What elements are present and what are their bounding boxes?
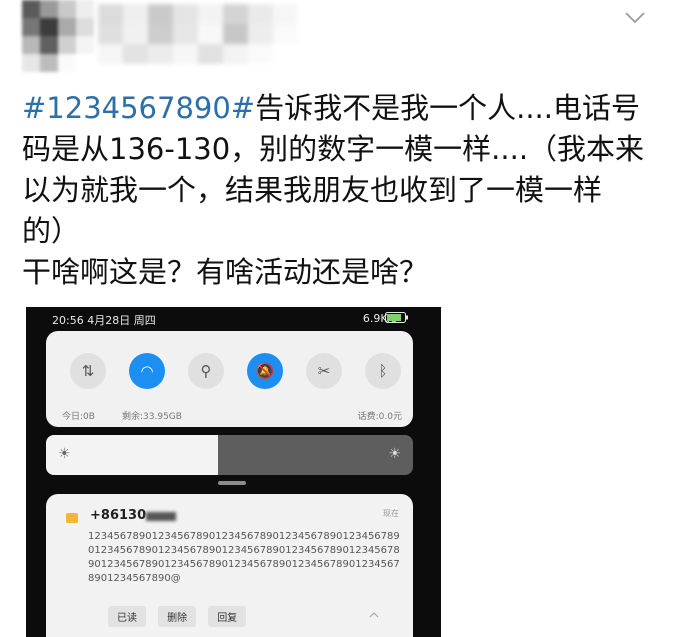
avatar-mosaic-block bbox=[58, 36, 76, 54]
name-mosaic-block bbox=[248, 24, 273, 44]
sender-number: +86130 bbox=[90, 508, 147, 523]
name-mosaic-block bbox=[223, 44, 248, 64]
battery-icon bbox=[385, 312, 411, 326]
name-mosaic-block bbox=[223, 24, 248, 44]
weibo-post: #1234567890#告诉我不是我一个人....电话号 码是从136-130，… bbox=[0, 0, 676, 637]
avatar-mosaic-block bbox=[40, 18, 58, 36]
sms-notification[interactable]: +86130 现在 123456789012345678901234567890… bbox=[46, 494, 413, 637]
name-mosaic-block bbox=[98, 4, 123, 24]
name-mosaic-block bbox=[198, 4, 223, 24]
wifi-icon[interactable]: ◠ bbox=[129, 353, 165, 389]
avatar-mosaic-block bbox=[22, 0, 40, 18]
data-transfer-icon[interactable]: ⇅ bbox=[70, 353, 106, 389]
post-line-1: #1234567890#告诉我不是我一个人....电话号 bbox=[22, 88, 662, 129]
avatar-mosaic-block bbox=[22, 36, 40, 54]
post-line-4: 的） bbox=[22, 214, 81, 248]
name-mosaic-block bbox=[98, 44, 123, 64]
quick-settings-panel: ⇅ ◠ ⚲ 🔕 ✂ ᛒ 今日:0B 剩余:33.95GB 话费:0.0元 bbox=[46, 331, 413, 427]
reply-button[interactable]: 回复 bbox=[208, 606, 247, 627]
chevron-down-icon[interactable] bbox=[622, 4, 648, 30]
avatar-mosaic-block bbox=[76, 54, 94, 72]
mark-read-button[interactable]: 已读 bbox=[108, 606, 146, 627]
avatar-mosaic-block bbox=[76, 18, 94, 36]
screenshot-icon[interactable]: ✂ bbox=[306, 353, 342, 389]
avatar-mosaic-block bbox=[40, 0, 58, 18]
phone-screenshot[interactable]: 20:56 4月28日 周四 6.9K/s ⇅ ◠ ⚲ 🔕 ✂ ᛒ 今日:0B 剩余:33… bbox=[26, 307, 441, 637]
blurred-username[interactable] bbox=[98, 4, 298, 64]
avatar-mosaic-block bbox=[22, 54, 40, 72]
brightness-high-icon: ☀ bbox=[388, 446, 401, 462]
avatar-mosaic-block bbox=[58, 54, 76, 72]
drag-handle[interactable] bbox=[218, 481, 246, 485]
name-mosaic-block bbox=[173, 4, 198, 24]
post-line-5: 干啥啊这是？有啥活动还是啥？ bbox=[22, 255, 429, 289]
name-mosaic-block bbox=[123, 4, 148, 24]
name-mosaic-block bbox=[148, 4, 173, 24]
silent-bell-icon[interactable]: 🔕 bbox=[247, 353, 283, 389]
name-mosaic-block bbox=[273, 4, 298, 24]
name-mosaic-block bbox=[98, 24, 123, 44]
flashlight-icon[interactable]: ⚲ bbox=[188, 353, 224, 389]
chevron-up-icon[interactable] bbox=[369, 610, 379, 620]
status-bar: 20:56 4月28日 周四 6.9K/s bbox=[26, 307, 441, 331]
name-mosaic-block bbox=[173, 24, 198, 44]
avatar-mosaic-block bbox=[76, 36, 94, 54]
data-remaining: 剩余:33.95GB bbox=[122, 412, 182, 422]
name-mosaic-block bbox=[273, 44, 298, 64]
hashtag-link[interactable]: #1234567890# bbox=[22, 91, 255, 125]
name-mosaic-block bbox=[123, 24, 148, 44]
data-today: 今日:0B bbox=[62, 412, 95, 422]
avatar-mosaic-block bbox=[58, 18, 76, 36]
avatar-mosaic-block bbox=[22, 18, 40, 36]
name-mosaic-block bbox=[198, 24, 223, 44]
message-app-icon bbox=[66, 513, 78, 523]
post-line-2: 码是从136-130，别的数字一模一样....（我本来 bbox=[22, 132, 645, 166]
bluetooth-icon[interactable]: ᛒ bbox=[365, 353, 401, 389]
status-time: 20:56 4月28日 周四 bbox=[52, 314, 156, 327]
brightness-low-icon: ☀ bbox=[58, 446, 71, 462]
brightness-fill bbox=[46, 435, 219, 475]
brightness-slider[interactable]: ☀ ☀ bbox=[46, 435, 413, 475]
name-mosaic-block bbox=[173, 44, 198, 64]
post-line-1-text: 告诉我不是我一个人....电话号 bbox=[255, 91, 640, 125]
avatar-mosaic-block bbox=[58, 0, 76, 18]
phone-balance: 话费:0.0元 bbox=[357, 412, 402, 422]
name-mosaic-block bbox=[148, 24, 173, 44]
blurred-avatar[interactable] bbox=[22, 0, 94, 72]
name-mosaic-block bbox=[248, 4, 273, 24]
notification-actions: 已读 删除 回复 bbox=[108, 606, 253, 627]
name-mosaic-block bbox=[273, 24, 298, 44]
notification-body: 1234567890123456789012345678901234567890… bbox=[88, 531, 400, 584]
name-mosaic-block bbox=[223, 4, 248, 24]
delete-button[interactable]: 删除 bbox=[158, 606, 197, 627]
avatar-mosaic-block bbox=[76, 0, 94, 18]
redaction-mask bbox=[146, 512, 176, 521]
post-line-3: 以为就我一个，结果我朋友也收到了一模一样 bbox=[22, 173, 603, 207]
name-mosaic-block bbox=[198, 44, 223, 64]
name-mosaic-block bbox=[248, 44, 273, 64]
avatar-mosaic-block bbox=[40, 54, 58, 72]
name-mosaic-block bbox=[123, 44, 148, 64]
notification-time: 现在 bbox=[383, 509, 399, 518]
avatar-mosaic-block bbox=[40, 36, 58, 54]
post-body: #1234567890#告诉我不是我一个人....电话号 码是从136-130，… bbox=[22, 88, 662, 293]
name-mosaic-block bbox=[148, 44, 173, 64]
